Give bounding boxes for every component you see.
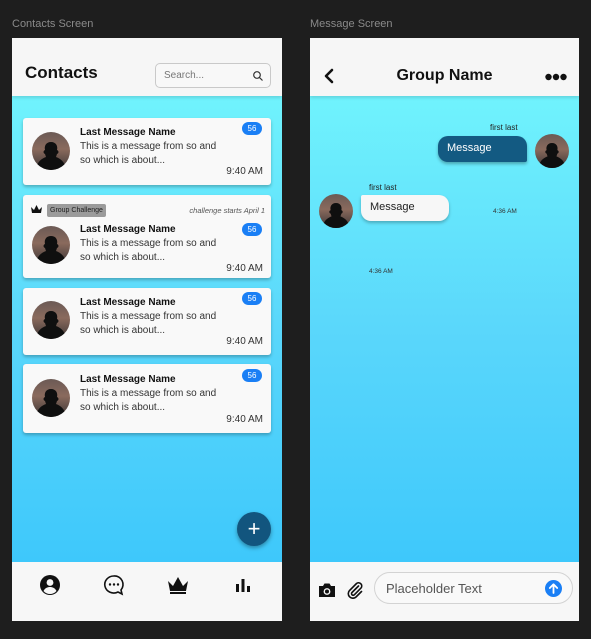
message-preview: This is a message from so and so which i… [80,238,217,263]
sender-name: first last [369,183,397,192]
avatar [32,379,70,417]
contacts-list: Last Message Name This is a message from… [12,96,282,562]
contact-card[interactable]: Last Message Name This is a message from… [23,118,271,185]
unread-badge: 56 [242,223,262,236]
group-card[interactable]: Group Challenge challenge starts April 1… [23,195,271,278]
profile-icon[interactable] [39,574,61,596]
challenge-note: challenge starts April 1 [189,206,265,215]
avatar [535,134,569,168]
message-time: 9:40 AM [226,263,263,274]
unread-badge: 56 [242,122,262,135]
contact-name: Last Message Name [80,297,176,308]
search-input[interactable]: Search... [155,63,271,88]
camera-icon[interactable] [318,582,336,598]
message-time: 9:40 AM [226,336,263,347]
unread-badge: 56 [242,292,262,305]
message-preview: This is a message from so and so which i… [80,311,217,336]
contacts-screen: Contacts Search... Last Message Name Thi… [12,38,282,621]
chat-header: Group Name [310,38,579,96]
message-preview: This is a message from so and so which i… [80,141,217,166]
search-placeholder: Search... [164,70,205,81]
message-screen-label: Message Screen [310,18,393,30]
more-options-icon[interactable] [545,73,567,81]
message-time: 4:36 AM [369,268,393,275]
contact-card[interactable]: Last Message Name This is a message from… [23,364,271,433]
message-preview: This is a message from so and so which i… [80,388,217,413]
avatar [32,226,70,264]
message-time: 4:36 AM [493,208,517,215]
contact-card[interactable]: Last Message Name This is a message from… [23,288,271,355]
page-title: Contacts [25,63,98,82]
message-bubble-incoming[interactable]: Message [361,195,449,221]
message-time: 9:40 AM [226,414,263,425]
message-input-bar: Placeholder Text [310,562,579,621]
new-message-button[interactable]: + [237,512,271,546]
contact-name: Last Message Name [80,127,176,138]
search-icon[interactable] [252,70,264,82]
message-input-placeholder: Placeholder Text [386,581,482,596]
bottom-nav [12,562,282,621]
contact-name: Last Message Name [80,374,176,385]
contact-name: Last Message Name [80,224,176,235]
crown-icon [31,205,42,213]
avatar [32,132,70,170]
group-challenge-tag: Group Challenge [47,204,106,217]
avatar [32,301,70,339]
sender-name: first last [490,123,518,132]
message-screen: Group Name first last Message 4:36 AM fi… [310,38,579,621]
crown-icon[interactable] [167,574,189,596]
message-input[interactable]: Placeholder Text [374,572,573,604]
contacts-header: Contacts Search... [12,38,282,96]
message-thread: first last Message 4:36 AM first last Me… [310,96,579,562]
attachment-icon[interactable] [346,581,364,599]
send-icon[interactable] [545,580,562,597]
avatar [319,194,353,228]
unread-badge: 56 [242,369,262,382]
contacts-screen-label: Contacts Screen [12,18,94,30]
chat-icon[interactable] [103,574,125,596]
message-bubble-outgoing[interactable]: Message [438,136,527,162]
stats-icon[interactable] [232,574,254,596]
message-time: 9:40 AM [226,166,263,177]
chat-title: Group Name [396,67,493,84]
